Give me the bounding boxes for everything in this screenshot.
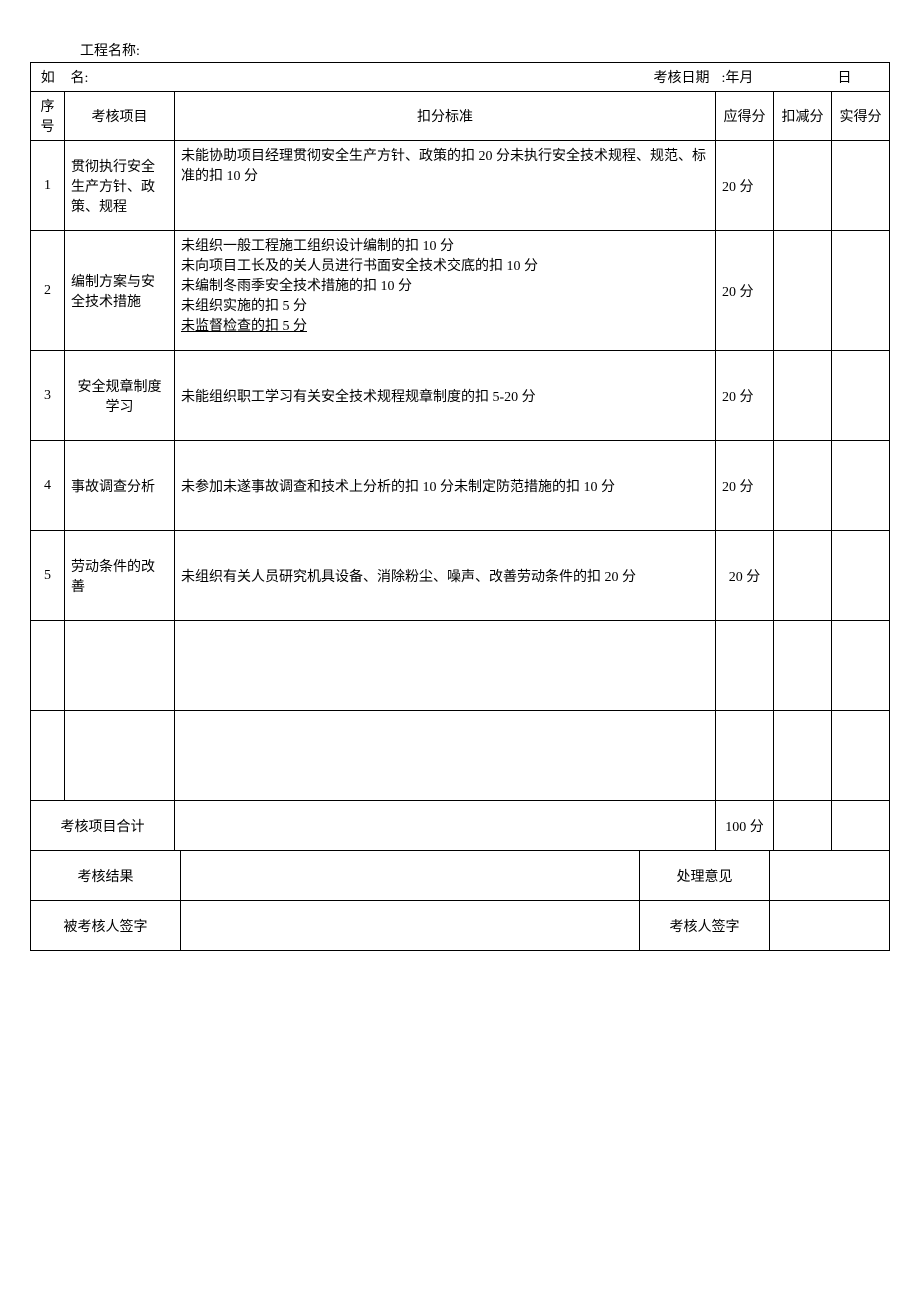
cell-seq: 4 (31, 441, 65, 531)
cell-item: 劳动条件的改善 (65, 531, 175, 621)
table-row: 2 编制方案与安全技术措施 未组织一般工程施工组织设计编制的扣 10 分 未向项… (31, 231, 890, 351)
cell-deduct (774, 531, 832, 621)
cell-standard: 未组织有关人员研究机具设备、消除粉尘、噪声、改善劳动条件的扣 20 分 (175, 531, 716, 621)
cell-standard: 未能协助项目经理贯彻安全生产方针、政策的扣 20 分未执行安全技术规程、规范、标… (175, 141, 716, 231)
cell-standard: 未参加未遂事故调查和技术上分析的扣 10 分未制定防范措施的扣 10 分 (175, 441, 716, 531)
cell-standard: 未组织一般工程施工组织设计编制的扣 10 分 未向项目工长及的关人员进行书面安全… (175, 231, 716, 351)
cell-deduct (774, 351, 832, 441)
cell-should: 20 分 (716, 141, 774, 231)
cell-item: 事故调查分析 (65, 441, 175, 531)
cell-seq: 2 (31, 231, 65, 351)
col-item: 考核项目 (65, 92, 175, 141)
cell-seq: 1 (31, 141, 65, 231)
cell-item: 编制方案与安全技术措施 (65, 231, 175, 351)
opinion-label: 处理意见 (640, 851, 770, 901)
cell-should: 20 分 (716, 531, 774, 621)
total-label: 考核项目合计 (31, 801, 175, 851)
col-standard: 扣分标准 (175, 92, 716, 141)
cell-actual (832, 351, 890, 441)
table-row: 4 事故调查分析 未参加未遂事故调查和技术上分析的扣 10 分未制定防范措施的扣… (31, 441, 890, 531)
cell-item: 安全规章制度学习 (65, 351, 175, 441)
result-label: 考核结果 (31, 851, 181, 901)
cell-should: 20 分 (716, 231, 774, 351)
project-name-label: 工程名称: (80, 40, 890, 60)
cell-standard: 未能组织职工学习有关安全技术规程规章制度的扣 5-20 分 (175, 351, 716, 441)
assessment-table: 如 名: 考核日期 :年月 日 序号 考核项目 扣分标准 应得分 扣减分 实得分… (30, 62, 890, 851)
cell-deduct (774, 141, 832, 231)
cell-seq: 3 (31, 351, 65, 441)
cell-actual (832, 441, 890, 531)
assessor-label: 考核人签字 (640, 901, 770, 951)
table-row: 3 安全规章制度学习 未能组织职工学习有关安全技术规程规章制度的扣 5-20 分… (31, 351, 890, 441)
header-row: 序号 考核项目 扣分标准 应得分 扣减分 实得分 (31, 92, 890, 141)
cell-actual (832, 231, 890, 351)
year-month: 年月 (725, 71, 753, 86)
cell-seq: 5 (31, 531, 65, 621)
col-seq: 序号 (31, 92, 65, 141)
assessee-label: 被考核人签字 (31, 901, 181, 951)
col-should: 应得分 (716, 92, 774, 141)
meta-row: 如 名: 考核日期 :年月 日 (31, 63, 890, 92)
cell-deduct (774, 231, 832, 351)
name-prefix: 如 (41, 71, 55, 86)
cell-actual (832, 531, 890, 621)
name-label: 名: (71, 71, 89, 86)
col-deduct: 扣减分 (774, 92, 832, 141)
table-row: 1 贯彻执行安全生产方针、政策、规程 未能协助项目经理贯彻安全生产方针、政策的扣… (31, 141, 890, 231)
total-score: 100 分 (716, 801, 774, 851)
total-row: 考核项目合计 100 分 (31, 801, 890, 851)
cell-actual (832, 141, 890, 231)
cell-should: 20 分 (716, 351, 774, 441)
footer-table: 考核结果 处理意见 被考核人签字 考核人签字 (30, 850, 890, 951)
cell-should: 20 分 (716, 441, 774, 531)
signature-row: 被考核人签字 考核人签字 (31, 901, 890, 951)
date-label: 考核日期 (654, 71, 710, 86)
cell-deduct (774, 441, 832, 531)
col-actual: 实得分 (832, 92, 890, 141)
table-row: 5 劳动条件的改善 未组织有关人员研究机具设备、消除粉尘、噪声、改善劳动条件的扣… (31, 531, 890, 621)
result-row: 考核结果 处理意见 (31, 851, 890, 901)
table-row (31, 711, 890, 801)
cell-item: 贯彻执行安全生产方针、政策、规程 (65, 141, 175, 231)
table-row (31, 621, 890, 711)
day-label: 日 (838, 71, 852, 86)
